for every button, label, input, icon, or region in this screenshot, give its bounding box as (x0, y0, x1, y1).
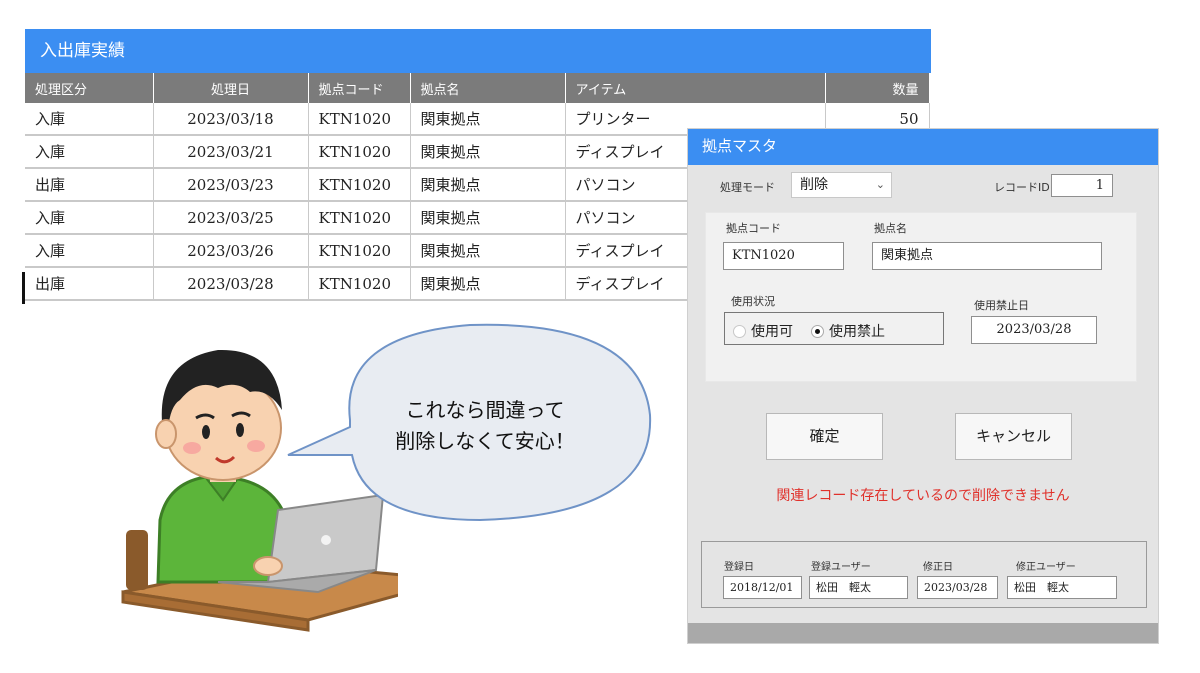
cell-type: 出庫 (25, 168, 154, 202)
record-id-field[interactable]: 1 (1051, 174, 1113, 197)
cell-code: KTN1020 (308, 103, 411, 136)
updated-user-field: 松田 輕太 (1007, 576, 1117, 599)
cell-type: 入庫 (25, 234, 154, 268)
ledger-title: 入出庫実績 (25, 29, 931, 73)
dialog-status-bar (688, 623, 1158, 643)
radio-banned[interactable]: 使用禁止 (811, 321, 885, 341)
name-label: 拠点名 (874, 222, 907, 235)
cell-code: KTN1020 (308, 201, 411, 235)
code-field[interactable]: KTN1020 (723, 242, 844, 270)
cell-date: 2023/03/23 (153, 168, 309, 202)
col-header-type[interactable]: 処理区分 (25, 73, 154, 103)
col-header-item[interactable]: アイテム (565, 73, 826, 103)
dialog-title: 拠点マスタ (688, 129, 1158, 165)
radio-usable-label: 使用可 (751, 324, 793, 340)
cell-name: 関東拠点 (410, 135, 566, 169)
cancel-button[interactable]: キャンセル (955, 413, 1072, 460)
col-header-date[interactable]: 処理日 (153, 73, 309, 103)
mode-label: 処理モード (720, 181, 775, 194)
speech-bubble-text: これなら間違って 削除しなくて安心！ (360, 395, 610, 457)
cell-name: 関東拠点 (410, 234, 566, 268)
radio-usable-circle[interactable] (733, 324, 746, 338)
cell-type: 入庫 (25, 103, 154, 136)
updated-date-field: 2023/03/28 (917, 576, 998, 599)
chevron-down-icon[interactable]: ⌄ (876, 173, 885, 197)
cell-date: 2023/03/18 (153, 103, 309, 136)
confirm-button[interactable]: 確定 (766, 413, 883, 460)
audit-panel: 登録日 2018/12/01 登録ユーザー 松田 輕太 修正日 2023/03/… (701, 541, 1147, 608)
updated-date-label: 修正日 (923, 562, 953, 573)
cell-date: 2023/03/25 (153, 201, 309, 235)
created-date-label: 登録日 (724, 562, 754, 573)
cell-date: 2023/03/21 (153, 135, 309, 169)
usage-radio-group: 使用可 使用禁止 (724, 312, 944, 345)
ledger-header-row: 処理区分 処理日 拠点コード 拠点名 アイテム 数量 (25, 73, 930, 103)
radio-usable[interactable]: 使用可 (733, 321, 793, 341)
radio-banned-label: 使用禁止 (829, 324, 885, 340)
record-id-label: レコードID (994, 181, 1050, 194)
speech-line-2: 削除しなくて安心！ (395, 429, 575, 453)
created-date-field: 2018/12/01 (723, 576, 802, 599)
name-field[interactable]: 関東拠点 (872, 242, 1102, 270)
ban-date-label: 使用禁止日 (974, 299, 1029, 312)
cell-name: 関東拠点 (410, 168, 566, 202)
cell-code: KTN1020 (308, 234, 411, 268)
cell-date: 2023/03/28 (153, 267, 309, 301)
speech-line-1: これなら間違って (405, 398, 565, 422)
cell-code: KTN1020 (308, 135, 411, 169)
cell-type: 入庫 (25, 135, 154, 169)
col-header-code[interactable]: 拠点コード (308, 73, 411, 103)
col-header-name[interactable]: 拠点名 (410, 73, 566, 103)
cell-code: KTN1020 (308, 267, 411, 301)
ban-date-field[interactable]: 2023/03/28 (971, 316, 1097, 344)
mode-select[interactable]: 削除 ⌄ (791, 172, 892, 198)
updated-user-label: 修正ユーザー (1016, 562, 1076, 573)
created-user-field: 松田 輕太 (809, 576, 908, 599)
cell-name: 関東拠点 (410, 201, 566, 235)
cell-code: KTN1020 (308, 168, 411, 202)
col-header-qty[interactable]: 数量 (825, 73, 930, 103)
usage-label: 使用状況 (731, 295, 775, 308)
location-master-dialog: 拠点マスタ 処理モード 削除 ⌄ レコードID 1 拠点コード KTN1020 … (688, 129, 1158, 643)
cell-name: 関東拠点 (410, 267, 566, 301)
row-selector-marker (22, 272, 25, 304)
code-label: 拠点コード (726, 222, 781, 235)
cell-name: 関東拠点 (410, 103, 566, 136)
cell-type: 入庫 (25, 201, 154, 235)
cell-date: 2023/03/26 (153, 234, 309, 268)
radio-banned-circle[interactable] (811, 324, 824, 338)
created-user-label: 登録ユーザー (811, 562, 871, 573)
error-message: 関連レコード存在しているので削除できません (776, 488, 1070, 504)
mode-select-value: 削除 (800, 177, 828, 193)
cell-type: 出庫 (25, 267, 154, 301)
